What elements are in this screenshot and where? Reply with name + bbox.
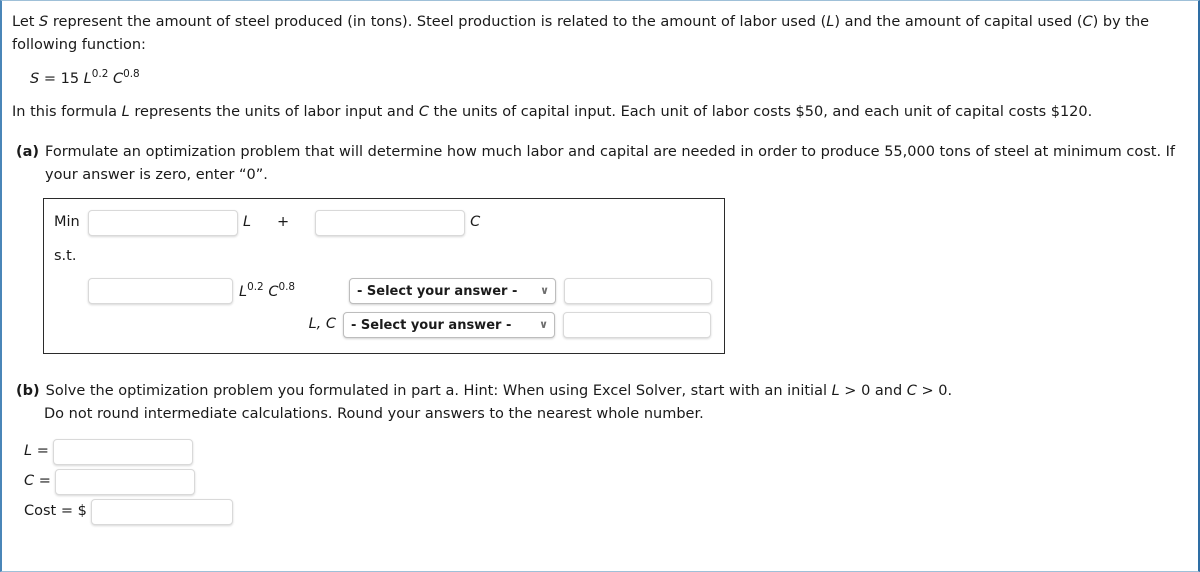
answer-var-cost: Cost <box>24 502 57 519</box>
constraint-2-vars-label: L, C <box>308 316 336 333</box>
part-a: (a) Formulate an optimization problem th… <box>12 141 1180 354</box>
answer-var-C: C <box>24 472 35 489</box>
answer-input-C[interactable] <box>54 468 195 495</box>
objective-label-C: C <box>470 214 481 231</box>
problem-costs-paragraph: In this formula L represents the units o… <box>12 101 1180 124</box>
production-function-formula: S = 15 L0.2 C0.8 <box>30 66 1180 91</box>
constraint-1-term-label: L0.2 C0.8 <box>233 279 349 304</box>
constraint-1-select-label: - Select your answer - <box>357 283 518 299</box>
answer-eq-L: = <box>32 442 49 459</box>
objective-capital-coefficient-input[interactable] <box>315 210 466 237</box>
constraint-1-base-L: L <box>239 283 248 300</box>
part-b-text-part2: > 0 and <box>839 382 907 399</box>
part-b-letter: (b) <box>16 382 40 399</box>
answer-row-cost: Cost = $ <box>24 497 1180 527</box>
costs-var-C: C <box>418 104 429 121</box>
costs-text-part2: represents the units of labor input and <box>129 104 419 121</box>
formula-lhs: S <box>30 70 40 87</box>
question-page: Let S represent the amount of steel prod… <box>0 0 1200 572</box>
answer-label-C: C = <box>24 470 55 493</box>
intro-var-C: C <box>1082 14 1093 30</box>
constraint-1-rhs-input[interactable] <box>564 278 712 305</box>
formula-term-L: L0.2 <box>83 67 109 87</box>
intro-text-part1: Let <box>12 14 40 30</box>
answer-input-cost[interactable] <box>90 498 233 525</box>
formula-base-L: L <box>83 70 92 87</box>
chevron-down-icon: ∨ <box>539 318 548 332</box>
intro-text-part3: ) and the amount of capital used ( <box>834 14 1083 30</box>
part-b-answers: L = C = Cost = $ <box>24 437 1180 527</box>
formula-exponent-C: 0.8 <box>123 67 140 80</box>
part-b-text-part1: Solve the optimization problem you formu… <box>45 382 832 399</box>
min-label: Min <box>54 214 80 231</box>
costs-var-L: L <box>121 104 130 121</box>
costs-text-part1: In this formula <box>12 104 122 121</box>
constraint-1-operator-select[interactable]: - Select your answer - ∨ <box>349 278 556 305</box>
part-a-letter: (a) <box>16 143 40 160</box>
formula-base-C: C <box>112 70 124 87</box>
answer-row-L: L = <box>24 437 1180 467</box>
formula-exponent-L: 0.2 <box>91 67 109 80</box>
part-b: (b) Solve the optimization problem you f… <box>12 380 1180 527</box>
constraint-1-exponent-L: 0.2 <box>247 280 264 293</box>
constraint-row-2: L, C - Select your answer - ∨ <box>54 310 712 341</box>
part-b-text: Solve the optimization problem you formu… <box>46 380 1180 403</box>
objective-labor-coefficient-input[interactable] <box>88 210 238 237</box>
constraint-2-rhs-input[interactable] <box>563 312 711 339</box>
formula-term-C: C0.8 <box>112 67 140 87</box>
intro-var-S: S <box>39 14 49 30</box>
part-a-heading-row: (a) Formulate an optimization problem th… <box>12 141 1180 188</box>
answer-eq-cost: = <box>56 502 78 519</box>
subject-to-row: s.t. <box>54 242 712 273</box>
answer-row-C: C = <box>24 467 1180 497</box>
part-b-text-part3: > 0. <box>916 382 953 399</box>
answer-input-L[interactable] <box>52 438 193 465</box>
formula-coefficient: 15 <box>60 70 80 87</box>
answer-label-L: L = <box>24 440 53 463</box>
subject-to-label: s.t. <box>54 248 77 265</box>
part-a-text: Formulate an optimization problem that w… <box>45 143 1176 184</box>
optimization-model-box: Min L + C s.t. L0.2 C0.8 - Select your a… <box>43 197 725 354</box>
chevron-down-icon: ∨ <box>540 284 549 298</box>
constraint-1-coefficient-input[interactable] <box>88 278 233 305</box>
constraint-row-1: L0.2 C0.8 - Select your answer - ∨ <box>54 276 712 307</box>
objective-row: Min L + C <box>54 208 712 239</box>
constraint-2-select-label: - Select your answer - <box>351 317 512 333</box>
answer-label-cost: Cost = $ <box>24 500 91 523</box>
objective-plus-operator: + <box>277 214 290 231</box>
problem-intro-paragraph: Let S represent the amount of steel prod… <box>12 11 1180 58</box>
answer-eq-C: = <box>34 472 51 489</box>
answer-currency-symbol: $ <box>77 502 87 519</box>
part-b-var-C: C <box>906 382 917 399</box>
constraint-2-operator-select[interactable]: - Select your answer - ∨ <box>343 312 555 339</box>
part-b-var-L: L <box>831 382 840 399</box>
intro-text-part2: represent the amount of steel produced (… <box>48 14 827 30</box>
answer-var-L: L <box>24 442 33 459</box>
constraint-1-exponent-C: 0.8 <box>278 280 296 293</box>
part-b-rounding-note: Do not round intermediate calculations. … <box>44 406 704 423</box>
objective-label-L: L <box>243 214 252 231</box>
constraint-1-base-C: C <box>268 283 279 300</box>
formula-equals: = <box>43 70 56 87</box>
costs-text-part3: the units of capital input. Each unit of… <box>428 104 1093 121</box>
part-b-heading-row: (b) Solve the optimization problem you f… <box>12 380 1180 403</box>
question-content: Let S represent the amount of steel prod… <box>12 1 1180 527</box>
